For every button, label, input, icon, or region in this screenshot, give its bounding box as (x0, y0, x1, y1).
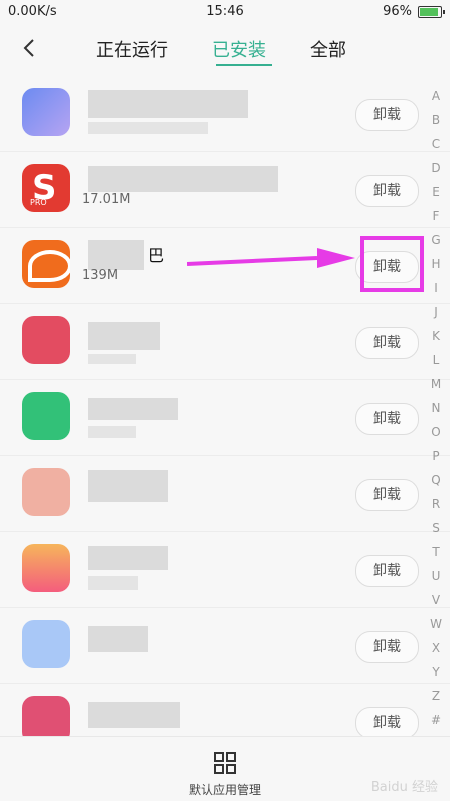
list-item[interactable]: 卸载 (0, 532, 450, 608)
app-icon (22, 240, 70, 288)
alpha-n[interactable]: N (430, 396, 442, 420)
alpha-k[interactable]: K (430, 324, 442, 348)
alpha-r[interactable]: R (430, 492, 442, 516)
back-icon[interactable] (18, 36, 42, 60)
uninstall-button[interactable]: 卸载 (355, 631, 419, 663)
list-item[interactable]: 卸载 (0, 608, 450, 684)
tab-all[interactable]: 全部 (310, 36, 346, 62)
alpha-e[interactable]: E (430, 180, 442, 204)
annotation-highlight-box (360, 236, 424, 292)
app-icon (22, 392, 70, 440)
watermark: Baidu 经验 (370, 780, 438, 795)
battery-percent: 96% (383, 4, 412, 19)
alpha-l[interactable]: L (430, 348, 442, 372)
uninstall-button[interactable]: 卸载 (355, 555, 419, 587)
alpha-p[interactable]: P (430, 444, 442, 468)
list-item[interactable]: 卸载 (0, 456, 450, 532)
alpha-y[interactable]: Y (430, 660, 442, 684)
top-bar: 正在运行 已安装 全部 (0, 24, 450, 74)
app-size: 17.01M (82, 192, 131, 207)
app-icon (22, 468, 70, 516)
annotation-arrow-icon (187, 248, 355, 268)
alpha-d[interactable]: D (430, 156, 442, 180)
alpha-b[interactable]: B (430, 108, 442, 132)
alpha-q[interactable]: Q (430, 468, 442, 492)
alpha-t[interactable]: T (430, 540, 442, 564)
tab-running[interactable]: 正在运行 (96, 36, 168, 62)
alpha-h[interactable]: H (430, 252, 442, 276)
uninstall-button[interactable]: 卸载 (355, 707, 419, 739)
alpha-a[interactable]: A (430, 84, 442, 108)
app-list: 卸载 S PRO 17.01M 卸载 巴 139M 卸载 卸载 卸载 卸载 卸载… (0, 76, 450, 759)
alpha-j[interactable]: J (430, 300, 442, 324)
app-name: 巴 (148, 246, 165, 265)
list-item[interactable]: 卸载 (0, 76, 450, 152)
tab-installed[interactable]: 已安装 (212, 36, 266, 62)
uninstall-button[interactable]: 卸载 (355, 479, 419, 511)
tabs: 正在运行 已安装 全部 (96, 36, 346, 62)
battery-fill (420, 7, 438, 16)
app-icon (22, 620, 70, 668)
active-tab-indicator (216, 64, 272, 66)
battery-icon (418, 5, 445, 18)
alphabet-index[interactable]: A B C D E F G H I J K L M N O P Q R S T … (430, 84, 442, 732)
alpha-v[interactable]: V (430, 588, 442, 612)
list-item[interactable]: 卸载 (0, 380, 450, 456)
alpha-hash[interactable]: # (430, 708, 442, 732)
alpha-z[interactable]: Z (430, 684, 442, 708)
list-item[interactable]: S PRO 17.01M 卸载 (0, 152, 450, 228)
alpha-w[interactable]: W (430, 612, 442, 636)
alpha-c[interactable]: C (430, 132, 442, 156)
bottom-bar: 默认应用管理 Baidu 经验 (0, 736, 450, 801)
uninstall-button[interactable]: 卸载 (355, 175, 419, 207)
alpha-u[interactable]: U (430, 564, 442, 588)
app-icon (22, 544, 70, 592)
default-apps-icon[interactable] (213, 751, 237, 775)
battery-area: 96% (383, 4, 445, 19)
list-item[interactable]: 卸载 (0, 304, 450, 380)
app-icon (22, 88, 70, 136)
alpha-x[interactable]: X (430, 636, 442, 660)
alpha-o[interactable]: O (430, 420, 442, 444)
alpha-s[interactable]: S (430, 516, 442, 540)
uninstall-button[interactable]: 卸载 (355, 327, 419, 359)
alpha-m[interactable]: M (430, 372, 442, 396)
uninstall-button[interactable]: 卸载 (355, 403, 419, 435)
app-size: 139M (82, 268, 119, 283)
alpha-f[interactable]: F (430, 204, 442, 228)
alpha-i[interactable]: I (430, 276, 442, 300)
app-icon: S PRO (22, 164, 70, 212)
app-icon (22, 316, 70, 364)
uninstall-button[interactable]: 卸载 (355, 99, 419, 131)
alpha-g[interactable]: G (430, 228, 442, 252)
status-bar: 0.00K/s 15:46 96% (0, 0, 450, 24)
